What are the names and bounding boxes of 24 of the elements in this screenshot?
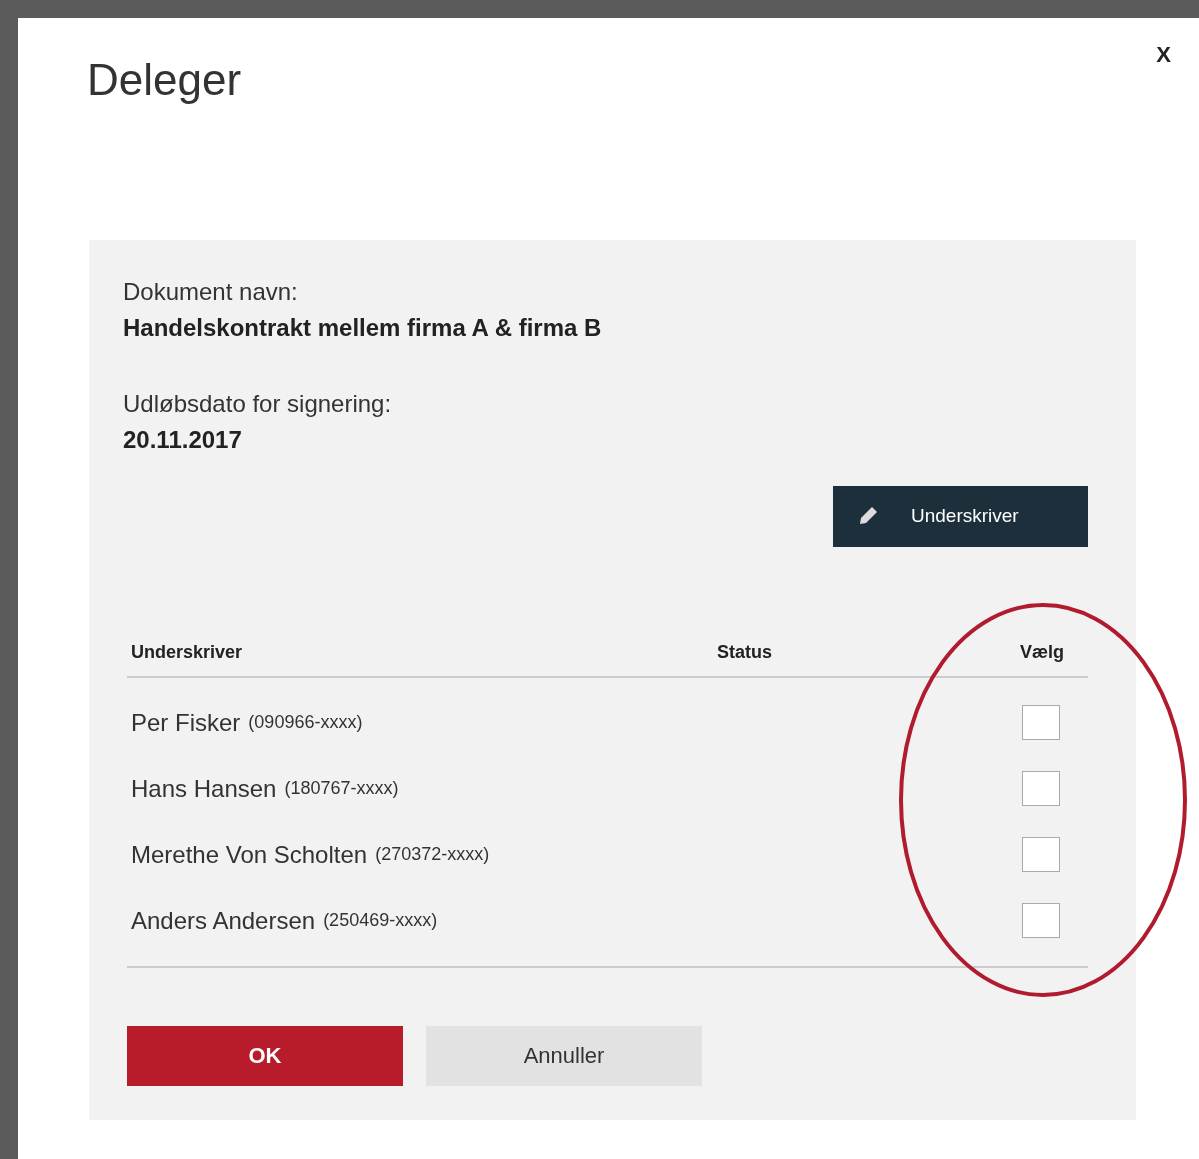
document-name: Handelskontrakt mellem firma A & firma B <box>123 312 603 343</box>
dialog-title: Deleger <box>87 54 242 106</box>
signer-id: (270372-xxxx) <box>375 843 490 867</box>
column-header: Status <box>717 640 773 664</box>
signer-name: Per Fisker <box>130 707 241 738</box>
column-header: Underskriver <box>130 640 244 664</box>
select-checkbox[interactable] <box>1022 771 1060 807</box>
cancel-button[interactable]: Annuller <box>426 1025 702 1086</box>
add-signer-button[interactable]: Underskriver <box>833 485 1088 547</box>
expiry-date: 20.11.2017 <box>123 424 243 455</box>
expiry-label: Udløbsdato for signering: <box>123 388 393 419</box>
close-button[interactable]: X <box>1152 38 1175 71</box>
column-header: Vælg <box>1020 640 1064 664</box>
select-checkbox[interactable] <box>1022 837 1060 873</box>
select-checkbox[interactable] <box>1022 903 1060 939</box>
signer-name: Anders Andersen <box>130 905 316 936</box>
select-checkbox[interactable] <box>1022 705 1060 741</box>
ok-button[interactable]: OK <box>127 1025 403 1086</box>
signer-id: (250469-xxxx) <box>323 909 438 933</box>
signer-name: Hans Hansen <box>130 773 277 804</box>
document-name-label: Dokument navn: <box>123 276 299 307</box>
signer-id: (180767-xxxx) <box>284 777 399 801</box>
signer-id: (090966-xxxx) <box>248 711 363 735</box>
signer-name: Merethe Von Scholten <box>130 839 368 870</box>
